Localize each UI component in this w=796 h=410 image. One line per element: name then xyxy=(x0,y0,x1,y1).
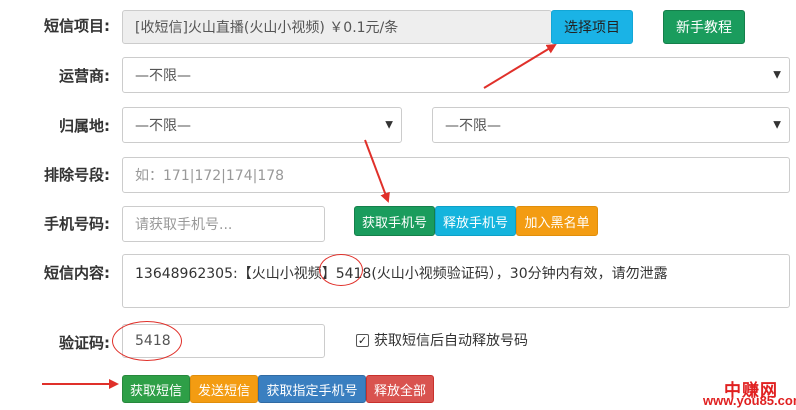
carrier-select[interactable]: —不限— ▼ xyxy=(122,57,790,93)
sms-project-field[interactable]: [收短信]火山直播(火山小视频) ￥0.1元/条 xyxy=(122,10,552,44)
sms-project-value: [收短信]火山直播(火山小视频) ￥0.1元/条 xyxy=(135,20,399,36)
chevron-down-icon: ▼ xyxy=(773,69,781,81)
verify-code-label: 验证码: xyxy=(59,334,110,352)
province-select[interactable]: —不限— ▼ xyxy=(122,107,402,143)
city-selected: —不限— xyxy=(445,118,501,134)
chevron-down-icon: ▼ xyxy=(385,119,393,131)
get-specific-phone-button[interactable]: 获取指定手机号 xyxy=(258,375,366,403)
get-sms-button[interactable]: 获取短信 xyxy=(122,375,190,403)
sms-project-label: 短信项目: xyxy=(44,17,110,35)
carrier-selected: —不限— xyxy=(135,68,191,84)
exclude-prefix-input[interactable]: 如：171|172|174|178 xyxy=(122,157,790,193)
sms-content-prefix: 13648962305:【火山小视频】 xyxy=(135,266,336,282)
chevron-down-icon: ▼ xyxy=(773,119,781,131)
code-highlight-circle xyxy=(319,254,363,286)
select-project-button[interactable]: 选择项目 xyxy=(551,10,633,44)
phone-label: 手机号码: xyxy=(44,215,110,233)
release-all-button[interactable]: 释放全部 xyxy=(366,375,434,403)
blacklist-button[interactable]: 加入黑名单 xyxy=(516,206,598,236)
sms-content-suffix: (火山小视频验证码），30分钟内有效，请勿泄露 xyxy=(371,266,668,282)
sms-content-label: 短信内容: xyxy=(44,264,110,282)
get-phone-button[interactable]: 获取手机号 xyxy=(354,206,435,236)
auto-release-checkbox[interactable]: ✓ xyxy=(356,334,369,347)
phone-placeholder: 请获取手机号... xyxy=(135,217,233,233)
province-selected: —不限— xyxy=(135,118,191,134)
send-sms-button[interactable]: 发送短信 xyxy=(190,375,258,403)
sms-content-textarea[interactable]: 13648962305:【火山小视频】5418(火山小视频验证码），30分钟内有… xyxy=(122,254,790,308)
location-label: 归属地: xyxy=(59,117,110,135)
exclude-prefix-placeholder: 如：171|172|174|178 xyxy=(135,168,285,184)
tutorial-button[interactable]: 新手教程 xyxy=(663,10,745,44)
auto-release-label: 获取短信后自动释放号码 xyxy=(374,333,528,349)
verify-code-highlight-circle xyxy=(112,321,182,361)
exclude-prefix-label: 排除号段: xyxy=(44,166,110,184)
phone-input[interactable]: 请获取手机号... xyxy=(122,206,325,242)
carrier-label: 运营商: xyxy=(59,67,110,85)
release-phone-button[interactable]: 释放手机号 xyxy=(435,206,516,236)
watermark-url: www.you85.com xyxy=(703,393,796,408)
city-select[interactable]: —不限— ▼ xyxy=(432,107,790,143)
